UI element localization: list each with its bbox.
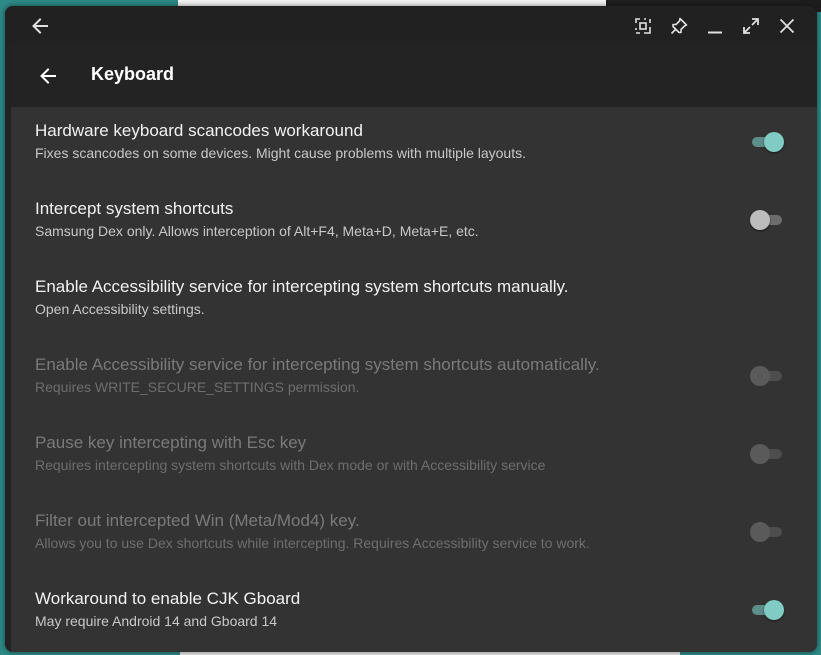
setting-cjk-gboard[interactable]: Workaround to enable CJK Gboard May requ… — [11, 575, 817, 652]
settings-screen: Keyboard Hardware keyboard scancodes wor… — [11, 44, 817, 652]
scancodes-workaround-switch[interactable] — [750, 130, 784, 154]
arrow-back-icon — [40, 68, 56, 84]
setting-title: Pause key intercepting with Esc key — [35, 433, 307, 452]
close-icon — [779, 18, 795, 34]
cjk-gboard-switch[interactable] — [750, 598, 784, 622]
setting-accessibility-automatic: Enable Accessibility service for interce… — [11, 341, 817, 419]
setting-accessibility-manual[interactable]: Enable Accessibility service for interce… — [11, 263, 817, 341]
caption-back-button[interactable] — [25, 11, 55, 41]
setting-subtitle: Open Accessibility settings. — [35, 301, 205, 317]
maximize-icon — [743, 18, 759, 34]
switch-thumb — [750, 444, 770, 464]
switch-thumb — [750, 522, 770, 542]
switch-thumb — [764, 132, 784, 152]
caption-close-button[interactable] — [772, 11, 802, 41]
setting-title: Intercept system shortcuts — [35, 199, 234, 218]
arrow-back-icon — [32, 18, 48, 34]
accessibility-automatic-switch — [750, 364, 784, 388]
caption-screenshot-button[interactable] — [628, 11, 658, 41]
intercept-shortcuts-switch[interactable] — [750, 208, 784, 232]
setting-subtitle: Fixes scancodes on some devices. Might c… — [35, 145, 526, 161]
setting-title: Enable Accessibility service for interce… — [35, 277, 569, 296]
screenshot-select-icon — [635, 18, 651, 34]
setting-pause-esc: Pause key intercepting with Esc key Requ… — [11, 419, 817, 497]
setting-subtitle: Requires intercepting system shortcuts w… — [35, 457, 546, 473]
filter-win-key-switch — [750, 520, 784, 544]
setting-subtitle: Requires WRITE_SECURE_SETTINGS permissio… — [35, 379, 360, 395]
setting-subtitle: May require Android 14 and Gboard 14 — [35, 613, 278, 629]
setting-intercept-shortcuts[interactable]: Intercept system shortcuts Samsung Dex o… — [11, 185, 817, 263]
setting-subtitle: Allows you to use Dex shortcuts while in… — [35, 535, 590, 551]
setting-title: Filter out intercepted Win (Meta/Mod4) k… — [35, 511, 360, 530]
setting-subtitle: Samsung Dex only. Allows interception of… — [35, 223, 479, 239]
app-window: Keyboard Hardware keyboard scancodes wor… — [5, 6, 817, 652]
setting-title: Hardware keyboard scancodes workaround — [35, 121, 363, 140]
pause-esc-switch — [750, 442, 784, 466]
switch-thumb — [750, 210, 770, 230]
pin-icon — [670, 17, 688, 35]
caption-maximize-button[interactable] — [736, 11, 766, 41]
minimize-icon — [708, 31, 722, 34]
caption-pin-button[interactable] — [664, 11, 694, 41]
back-button[interactable] — [33, 61, 63, 91]
setting-title: Workaround to enable CJK Gboard — [35, 589, 301, 608]
app-bar: Keyboard — [11, 44, 817, 107]
window-caption-bar — [5, 6, 817, 44]
setting-title: Enable Accessibility service for interce… — [35, 355, 600, 374]
page-title: Keyboard — [91, 64, 175, 84]
switch-thumb — [764, 600, 784, 620]
caption-minimize-button[interactable] — [700, 11, 730, 41]
switch-thumb — [750, 366, 770, 386]
setting-scancodes-workaround[interactable]: Hardware keyboard scancodes workaround F… — [11, 107, 817, 185]
setting-filter-win-key: Filter out intercepted Win (Meta/Mod4) k… — [11, 497, 817, 575]
